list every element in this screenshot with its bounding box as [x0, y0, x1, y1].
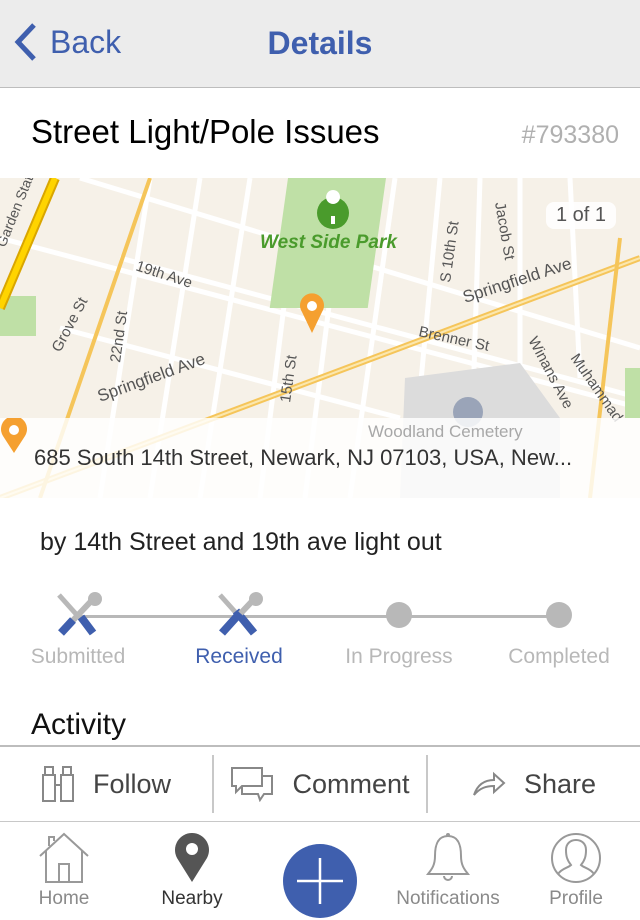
- new-report-button[interactable]: [256, 822, 384, 920]
- share-button[interactable]: Share: [428, 747, 640, 821]
- step-in-progress: In Progress: [319, 590, 479, 669]
- step-submitted: Submitted: [0, 590, 158, 669]
- tools-icon: [218, 592, 263, 636]
- activity-heading: Activity: [31, 708, 127, 741]
- ticket-number: #793380: [521, 121, 619, 149]
- tools-icon: [57, 592, 102, 636]
- tab-notifications[interactable]: Notifications: [384, 822, 512, 920]
- issue-header: Street Light/Pole Issues #793380: [0, 89, 640, 178]
- tab-label: Notifications: [396, 888, 500, 909]
- step-completed: Completed: [479, 590, 639, 669]
- comment-icon: [231, 767, 274, 802]
- map-view[interactable]: West Side Park Springfield Ave Springfie…: [0, 178, 640, 498]
- address-bar[interactable]: 685 South 14th Street, Newark, NJ 07103,…: [0, 418, 640, 498]
- share-label: Share: [523, 768, 597, 799]
- map-label-jacob: Jacob St: [491, 201, 518, 262]
- result-count-badge: 1 of 1: [545, 202, 616, 229]
- progress-tracker: Submitted Received In Progress Completed: [0, 590, 640, 680]
- issue-description: by 14th Street and 19th ave light out: [40, 528, 442, 556]
- tab-label: Profile: [549, 888, 603, 909]
- map-label-10th: S 10th St: [437, 219, 463, 283]
- comment-label: Comment: [292, 768, 410, 799]
- step-dot: [546, 602, 572, 628]
- tab-profile[interactable]: Profile: [512, 822, 640, 920]
- issue-title: Street Light/Pole Issues: [31, 113, 380, 150]
- binoculars-icon: [41, 766, 74, 802]
- map-label-park: West Side Park: [260, 232, 398, 253]
- step-label: Received: [195, 645, 283, 668]
- comment-button[interactable]: Comment: [214, 747, 426, 821]
- page-title: Details: [267, 25, 373, 61]
- tab-bar: Home Nearby Notifications Profile: [0, 822, 640, 920]
- location-pin-icon: [175, 833, 209, 882]
- home-icon: [39, 832, 89, 883]
- bell-icon: [425, 833, 471, 881]
- step-label: Submitted: [30, 645, 126, 668]
- follow-label: Follow: [92, 768, 172, 799]
- tab-label: Nearby: [161, 888, 223, 909]
- step-label: In Progress: [345, 645, 453, 668]
- location-pin-icon: [1, 418, 27, 453]
- step-received: Received: [159, 590, 319, 669]
- navigation-bar: Back Details: [0, 0, 640, 88]
- map-label-22nd: 22nd St: [107, 309, 131, 363]
- action-bar: Follow Comment Share: [0, 745, 640, 822]
- profile-icon: [551, 833, 601, 883]
- map-label-15th: 15th St: [277, 353, 301, 403]
- step-dot: [386, 602, 412, 628]
- map-label-grove: Grove St: [49, 294, 92, 355]
- map-label-cemetery: Woodland Cemetery: [368, 422, 523, 441]
- address-text: 685 South 14th Street, Newark, NJ 07103,…: [34, 445, 573, 470]
- tab-nearby[interactable]: Nearby: [128, 822, 256, 920]
- follow-button[interactable]: Follow: [0, 747, 212, 821]
- step-label: Completed: [508, 645, 610, 668]
- plus-icon: [297, 858, 343, 904]
- map-label-muhammad: Muhammad: [567, 351, 626, 426]
- share-icon: [473, 771, 506, 796]
- tab-home[interactable]: Home: [0, 822, 128, 920]
- tab-label: Home: [38, 888, 90, 909]
